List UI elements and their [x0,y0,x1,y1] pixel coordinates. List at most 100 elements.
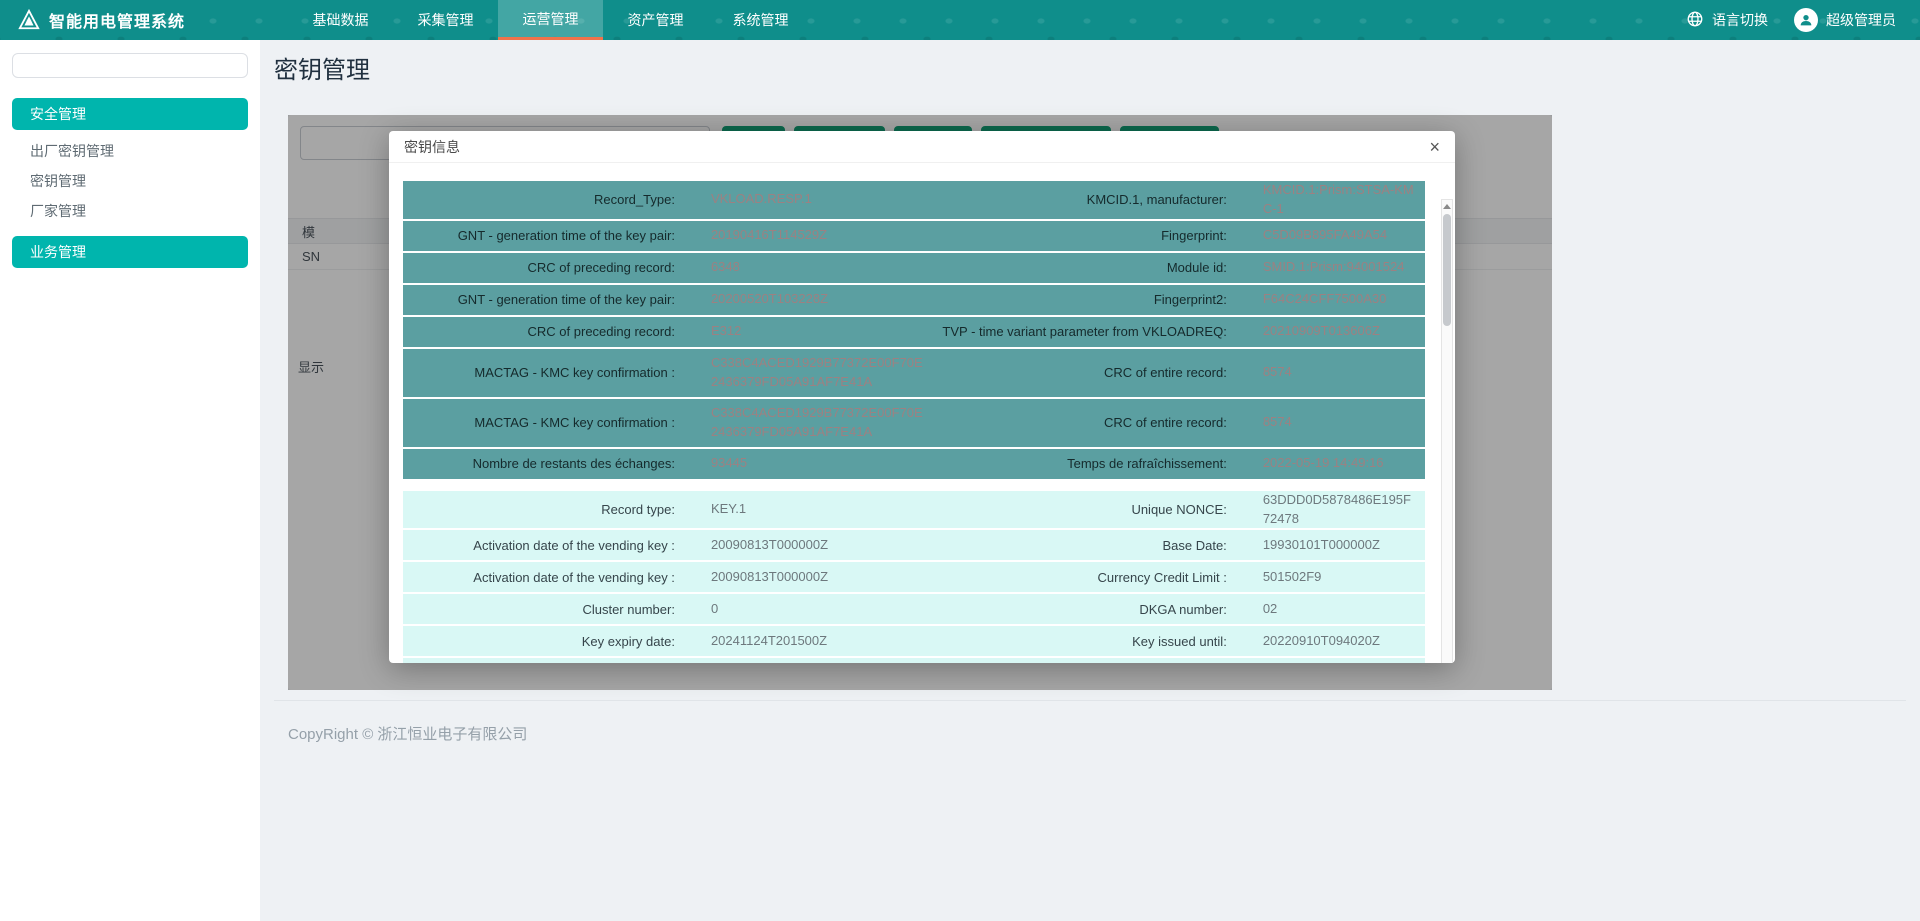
field-label: Currency Credit Limit : [934,570,1230,585]
nav-tab-system[interactable]: 系统管理 [708,0,813,40]
logo-icon [18,9,40,31]
key-info-row: Activation date of the vending key :2009… [403,562,1425,592]
language-switch[interactable]: 语言切换 [1686,10,1768,31]
field-value: 02 [1231,600,1425,619]
field-label: Fingerprint: [934,228,1230,243]
page-title: 密钥管理 [274,50,370,85]
field-value: 20200520T103228Z [679,290,935,309]
scrollbar-thumb[interactable] [1443,214,1451,326]
field-label: Nombre de restants des échanges: [403,456,679,471]
sidebar-item-security-mgmt[interactable]: 安全管理 [12,98,248,130]
field-label: Base Date: [934,538,1230,553]
main-content: 密钥管理 ○搜索 更新交易号 上传公钥 生成密钥请求文件 导入key密钥 模 S… [260,40,1920,921]
modal-title: 密钥信息 [404,137,460,157]
modal-scrollbar[interactable] [1441,199,1453,663]
close-icon[interactable]: × [1429,138,1440,156]
field-label: Activation date of the vending key : [403,538,679,553]
sidebar: 安全管理 出厂密钥管理 密钥管理 厂家管理 业务管理 [0,40,260,921]
footer: CopyRight © 浙江恒业电子有限公司 [274,700,1906,744]
user-menu[interactable]: 超级管理员 [1794,8,1896,32]
modal-header: 密钥信息 × [389,131,1455,163]
key-info-row: Key expiry date:20241124T201500ZKey issu… [403,626,1425,656]
field-value: 501502F9 [1231,568,1425,587]
globe-icon [1686,10,1704,31]
field-value: 20220910T094020Z [1231,632,1425,651]
sidebar-item-factory-key-mgmt[interactable]: 出厂密钥管理 [12,136,248,166]
field-value: 0 [679,600,935,619]
field-label: Record_Type: [403,192,679,207]
field-value: 20090813T000000Z [679,536,935,555]
field-value: 19930101T000000Z [1231,536,1425,555]
key-info-modal: 密钥信息 × Record_Type:VKLOAD.RESP.1KMCID.1,… [389,131,1455,663]
key-info-row: CRC of preceding record:E312TVP - time v… [403,317,1425,347]
field-value: SMID.1:Prism:94001524 [1231,258,1425,277]
key-info-row: Cluster number:0DKGA number:02 [403,594,1425,624]
nav-tab-collection[interactable]: 采集管理 [393,0,498,40]
field-value: C338C4ACED1929B77372E00F70E2436379FD05A9… [679,354,935,392]
field-value: VKLOAD.RESP.1 [679,190,935,209]
key-info-row: Record type:KEY.1Unique NONCE:63DDD0D587… [403,491,1425,529]
field-label: KMCID.1, manufacturer: [934,192,1230,207]
sidebar-item-key-mgmt[interactable]: 密钥管理 [12,166,248,196]
field-label: Cluster number: [403,602,679,617]
field-value: C5D09B895FA49A54 [1231,226,1425,245]
field-label: CRC of entire record: [934,415,1230,430]
app-header: 智能用电管理系统 基础数据 采集管理 运营管理 资产管理 系统管理 语言切换 超… [0,0,1920,40]
field-label: CRC of preceding record: [403,260,679,275]
field-value: KMCID.1:Prism:STSA-KMC-1 [1231,181,1425,219]
modal-body: Record_Type:VKLOAD.RESP.1KMCID.1, manufa… [389,163,1455,663]
field-value: 20190416T114529Z [679,226,935,245]
field-label: CRC of preceding record: [403,324,679,339]
field-label: Fingerprint2: [934,292,1230,307]
key-info-row: GNT - generation time of the key pair:20… [403,221,1425,251]
key-info-row: CRC of preceding record:6348Module id:SM… [403,253,1425,283]
nav-tab-assets[interactable]: 资产管理 [603,0,708,40]
field-value: 20090813T000000Z [679,568,935,587]
field-value: 6348 [679,258,935,277]
sidebar-item-business-mgmt[interactable]: 业务管理 [12,236,248,268]
field-label: Record type: [403,502,679,517]
field-label: Temps de rafraîchissement: [934,456,1230,471]
field-label: MACTAG - KMC key confirmation : [403,365,679,380]
field-value: 93445 [679,454,935,473]
field-value: 8574 [1231,363,1425,382]
field-value: 20210909T013606Z [1231,322,1425,341]
field-label: Module id: [934,260,1230,275]
nav-tab-basic-data[interactable]: 基础数据 [288,0,393,40]
copyright-text: CopyRight © 浙江恒业电子有限公司 [288,726,527,743]
scroll-up-icon[interactable] [1442,201,1452,211]
main-nav: 基础数据 采集管理 运营管理 资产管理 系统管理 [288,0,813,40]
field-label: DKGA number: [934,602,1230,617]
key-info-row: Record_Type:VKLOAD.RESP.1KMCID.1, manufa… [403,181,1425,219]
app-title: 智能用电管理系统 [49,8,185,32]
field-value: E312 [679,322,935,341]
brand: 智能用电管理系统 [0,8,260,32]
user-name: 超级管理员 [1826,10,1896,30]
key-info-table: Record_Type:VKLOAD.RESP.1KMCID.1, manufa… [403,181,1425,663]
key-info-row: MACTAG - KMC key confirmation :C338C4ACE… [403,349,1425,397]
key-info-row: Activation date of the vending key :2009… [403,530,1425,560]
sidebar-item-vendor-mgmt[interactable]: 厂家管理 [12,196,248,226]
key-info-row: GNT - generation time of the key pair:20… [403,285,1425,315]
key-info-row: Key Check Value:E03849Key Expiry Number:… [403,658,1425,663]
field-value: 63DDD0D5878486E195F72478 [1231,491,1425,529]
field-label: GNT - generation time of the key pair: [403,292,679,307]
field-label: Key expiry date: [403,634,679,649]
field-value: 20241124T201500Z [679,632,935,651]
field-label: MACTAG - KMC key confirmation : [403,415,679,430]
language-switch-label: 语言切换 [1712,10,1768,30]
nav-tab-operation[interactable]: 运营管理 [498,0,603,40]
key-info-row: Nombre de restants des échanges:93445Tem… [403,449,1425,479]
field-value: 2022-05-19 14:49:16 [1231,454,1425,473]
field-value: C338C4ACED1929B77372E00F70E2436379FD05A9… [679,404,935,442]
field-label: CRC of entire record: [934,365,1230,380]
field-label: TVP - time variant parameter from VKLOAD… [934,324,1230,339]
field-label: Unique NONCE: [934,502,1230,517]
field-label: GNT - generation time of the key pair: [403,228,679,243]
field-value: KEY.1 [679,500,935,519]
field-value: 8574 [1231,413,1425,432]
field-value: F64C24CFF7500A30 [1231,290,1425,309]
key-info-section-teal: Record_Type:VKLOAD.RESP.1KMCID.1, manufa… [403,181,1425,479]
sidebar-search-input[interactable] [12,53,248,78]
key-info-section-cyan: Record type:KEY.1Unique NONCE:63DDD0D587… [403,491,1425,663]
